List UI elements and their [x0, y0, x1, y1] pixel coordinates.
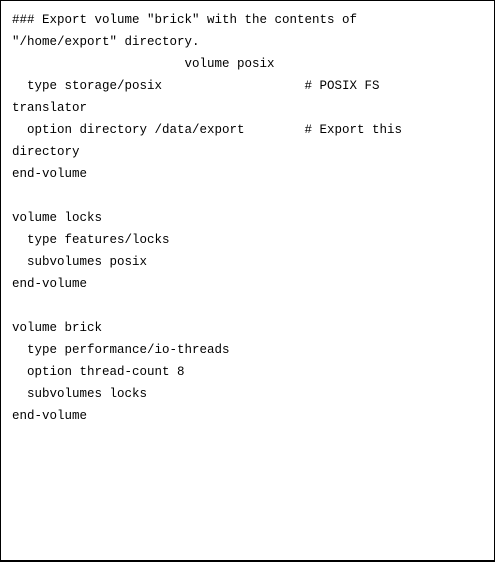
code-line: option directory /data/export # Export t…: [12, 123, 403, 137]
code-line: type features/locks: [12, 233, 170, 247]
code-line: directory: [12, 145, 80, 159]
code-line: subvolumes posix: [12, 255, 148, 269]
code-line: subvolumes locks: [12, 387, 148, 401]
code-line: end-volume: [12, 277, 88, 291]
code-line: volume locks: [12, 211, 103, 225]
code-line: type storage/posix # POSIX FS: [12, 79, 380, 93]
code-line: volume posix: [12, 57, 275, 71]
code-frame: ### Export volume "brick" with the conte…: [0, 0, 495, 562]
code-line: "/home/export" directory.: [12, 35, 200, 49]
code-line: translator: [12, 101, 88, 115]
code-line: option thread-count 8: [12, 365, 185, 379]
code-line: ### Export volume "brick" with the conte…: [12, 13, 358, 27]
code-line: type performance/io-threads: [12, 343, 230, 357]
code-line: volume brick: [12, 321, 103, 335]
code-line: end-volume: [12, 409, 88, 423]
code-line: end-volume: [12, 167, 88, 181]
code-block: ### Export volume "brick" with the conte…: [12, 9, 402, 427]
